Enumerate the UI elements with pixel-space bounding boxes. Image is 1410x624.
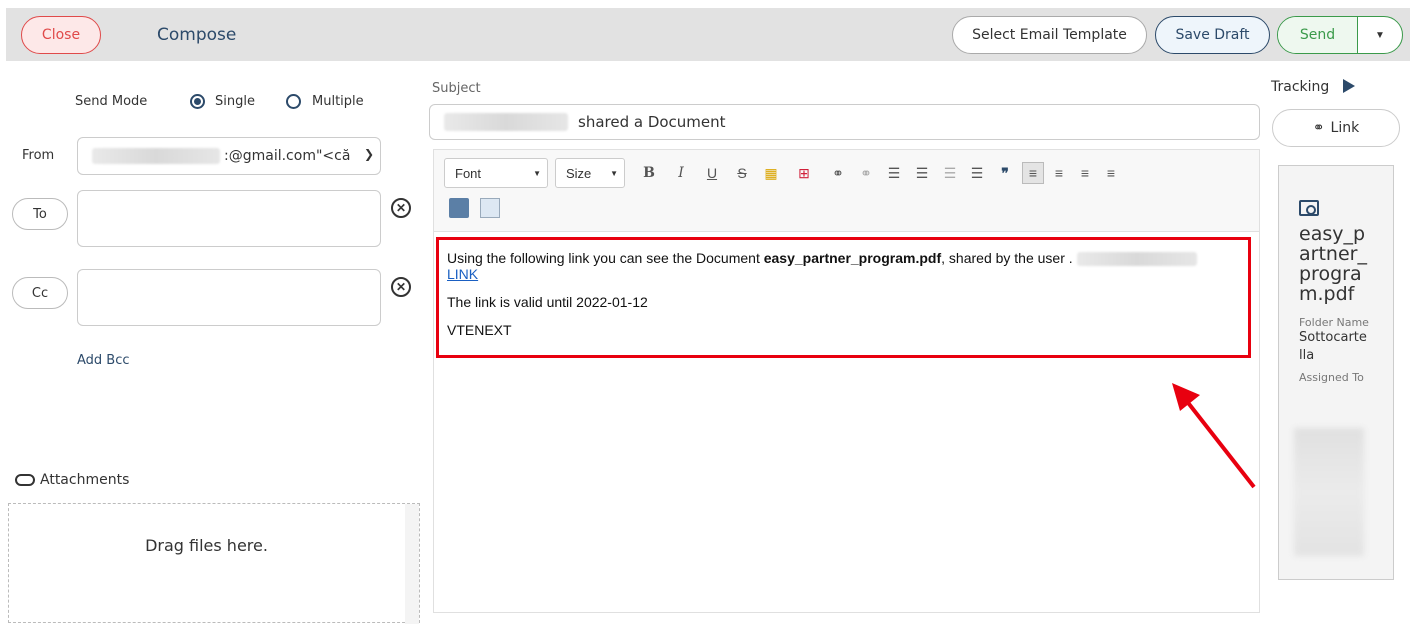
bullet-list-icon[interactable]: ☰ bbox=[911, 162, 933, 184]
subject-value: shared a Document bbox=[578, 113, 726, 131]
blockquote-icon[interactable]: ❞ bbox=[994, 162, 1016, 184]
redacted-assignee bbox=[1294, 428, 1364, 556]
link-icon[interactable]: ⚭ bbox=[827, 162, 849, 184]
tracking-panel: Tracking ⚭ Link easy_partner_program.pdf… bbox=[1265, 67, 1410, 613]
body-line-1: Using the following link you can see the… bbox=[447, 250, 1240, 282]
radio-multiple[interactable] bbox=[286, 94, 301, 109]
folder-name-value: Sottocartella bbox=[1299, 330, 1367, 363]
outdent-icon[interactable]: ☰ bbox=[939, 162, 961, 184]
size-select[interactable]: Size ▼ bbox=[555, 158, 625, 188]
page-title: Compose bbox=[157, 25, 237, 45]
send-mode-label: Send Mode bbox=[75, 94, 148, 109]
insert-image-icon[interactable] bbox=[449, 198, 469, 218]
play-icon[interactable] bbox=[1343, 79, 1355, 93]
unlink-icon[interactable]: ⚭ bbox=[855, 162, 877, 184]
link-button-label: Link bbox=[1330, 120, 1360, 136]
select-email-template-button[interactable]: Select Email Template bbox=[952, 16, 1147, 54]
recipients-panel: Send Mode Single Multiple From :@gmail.c… bbox=[0, 67, 425, 624]
italic-icon[interactable]: I bbox=[670, 162, 692, 184]
body-line1-prefix: Using the following link you can see the… bbox=[447, 250, 760, 266]
save-draft-button[interactable]: Save Draft bbox=[1155, 16, 1270, 54]
to-button[interactable]: To bbox=[12, 198, 68, 230]
to-field[interactable] bbox=[77, 190, 381, 247]
radio-multiple-label: Multiple bbox=[312, 94, 364, 109]
cc-field[interactable] bbox=[77, 269, 381, 326]
indent-icon[interactable]: ☰ bbox=[966, 162, 988, 184]
body-line-3: VTENEXT bbox=[447, 322, 512, 339]
rich-text-editor: Font ▼ Size ▼ B I U S ▦ ⊞ ⚭ ⚭ ☰ ☰ ☰ ☰ ❞ ≡ … bbox=[433, 149, 1260, 613]
send-options-dropdown[interactable]: ▼ bbox=[1358, 17, 1402, 53]
drop-text: Drag files here. bbox=[145, 536, 268, 555]
folder-icon bbox=[1299, 200, 1319, 216]
attachments-label: Attachments bbox=[40, 472, 130, 488]
align-right-icon[interactable]: ≡ bbox=[1074, 162, 1096, 184]
font-select-label: Font bbox=[455, 165, 482, 181]
link-icon: ⚭ bbox=[1312, 120, 1325, 136]
table-icon[interactable]: ⊞ bbox=[793, 162, 815, 184]
align-center-icon[interactable]: ≡ bbox=[1048, 162, 1070, 184]
tracking-label: Tracking bbox=[1271, 79, 1330, 95]
clear-cc-icon[interactable]: ✕ bbox=[391, 277, 411, 297]
clear-to-icon[interactable]: ✕ bbox=[391, 198, 411, 218]
size-select-label: Size bbox=[566, 165, 592, 181]
send-button[interactable]: Send bbox=[1278, 17, 1358, 53]
align-justify-icon[interactable]: ≡ bbox=[1100, 162, 1122, 184]
folder-name-label: Folder Name bbox=[1299, 316, 1369, 329]
dropzone-scrollbar[interactable] bbox=[405, 504, 419, 624]
message-body-highlight[interactable]: Using the following link you can see the… bbox=[436, 237, 1251, 358]
document-link[interactable]: LINK bbox=[447, 266, 478, 282]
text-color-icon[interactable]: ▦ bbox=[760, 162, 782, 184]
editor-toolbar: Font ▼ Size ▼ B I U S ▦ ⊞ ⚭ ⚭ ☰ ☰ ☰ ☰ ❞ ≡ … bbox=[434, 150, 1259, 232]
subject-label: Subject bbox=[432, 81, 481, 96]
red-arrow-annotation bbox=[1172, 383, 1256, 489]
document-name: easy_partner_program.pdf bbox=[763, 250, 942, 266]
from-select[interactable]: :@gmail.com"<că ❯ bbox=[77, 137, 381, 175]
underline-icon[interactable]: U bbox=[701, 162, 723, 184]
chevron-down-icon: ❯ bbox=[359, 147, 374, 161]
close-button[interactable]: Close bbox=[21, 16, 101, 54]
document-title: easy_partner_program.pdf bbox=[1299, 223, 1367, 305]
insert-table-icon[interactable] bbox=[480, 198, 500, 218]
redacted-email bbox=[92, 148, 220, 164]
caret-down-icon: ▼ bbox=[1375, 29, 1385, 41]
compose-header: Close Compose Select Email Template Save… bbox=[0, 0, 1410, 67]
from-value: :@gmail.com"<că bbox=[224, 148, 351, 164]
message-panel: Subject shared a Document Font ▼ Size ▼ B … bbox=[425, 67, 1265, 613]
link-button[interactable]: ⚭ Link bbox=[1272, 109, 1400, 147]
body-line-2: The link is valid until 2022-01-12 bbox=[447, 294, 648, 311]
align-left-icon[interactable]: ≡ bbox=[1022, 162, 1044, 184]
add-bcc-link[interactable]: Add Bcc bbox=[77, 353, 130, 368]
subject-input[interactable]: shared a Document bbox=[429, 104, 1260, 140]
redacted-user bbox=[1076, 252, 1197, 267]
paperclip-icon bbox=[15, 474, 35, 486]
strikethrough-icon[interactable]: S bbox=[731, 162, 753, 184]
from-label: From bbox=[22, 148, 55, 163]
ordered-list-icon[interactable]: ☰ bbox=[883, 162, 905, 184]
attachments-dropzone[interactable]: Drag files here. bbox=[8, 503, 420, 624]
font-select[interactable]: Font ▼ bbox=[444, 158, 548, 188]
caret-down-icon: ▼ bbox=[610, 169, 618, 178]
redacted-user bbox=[444, 113, 568, 131]
radio-single-label: Single bbox=[215, 94, 255, 109]
body-line1-suffix: , shared by the user . bbox=[941, 250, 1073, 266]
caret-down-icon: ▼ bbox=[533, 169, 541, 178]
document-card: easy_partner_program.pdf Folder Name Sot… bbox=[1278, 165, 1394, 580]
send-button-group: Send ▼ bbox=[1277, 16, 1403, 54]
bold-icon[interactable]: B bbox=[638, 162, 660, 184]
radio-single[interactable] bbox=[190, 94, 205, 109]
cc-button[interactable]: Cc bbox=[12, 277, 68, 309]
assigned-to-label: Assigned To bbox=[1299, 371, 1364, 384]
